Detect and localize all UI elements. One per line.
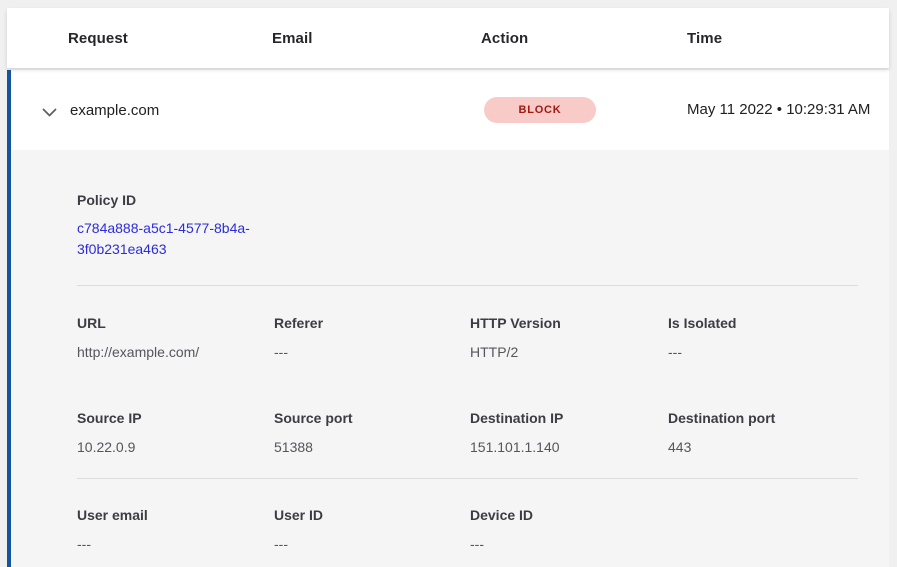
field-value: 10.22.0.9 xyxy=(77,439,274,456)
user-fields-grid: User email --- User ID --- Device ID --- xyxy=(77,507,858,553)
field-value: 443 xyxy=(668,439,858,456)
field-label: User email xyxy=(77,507,274,524)
request-fields-grid: URL http://example.com/ Referer --- HTTP… xyxy=(77,315,858,456)
field-value: --- xyxy=(470,536,668,553)
field-value: http://example.com/ xyxy=(77,344,274,361)
policy-id-field: Policy ID c784a888-a5c1-4577-8b4a-3f0b23… xyxy=(77,192,858,260)
log-table: Request Email Action Time example.com BL… xyxy=(7,8,889,567)
field-value: 151.101.1.140 xyxy=(470,439,668,456)
log-table-row[interactable]: example.com BLOCK May 11 2022 • 10:29:31… xyxy=(7,70,889,150)
device-id-field: Device ID --- xyxy=(470,507,668,553)
field-label: URL xyxy=(77,315,274,332)
field-label: Is Isolated xyxy=(668,315,858,332)
field-label: Device ID xyxy=(470,507,668,524)
action-cell: BLOCK xyxy=(481,97,687,123)
destination-ip-field: Destination IP 151.101.1.140 xyxy=(470,410,668,456)
user-email-field: User email --- xyxy=(77,507,274,553)
section-divider xyxy=(77,285,858,286)
log-detail-panel: Policy ID c784a888-a5c1-4577-8b4a-3f0b23… xyxy=(7,150,889,567)
table-header-row: Request Email Action Time xyxy=(7,8,889,68)
field-label: Destination port xyxy=(668,410,858,427)
column-header-action: Action xyxy=(481,30,687,47)
column-header-request: Request xyxy=(68,30,272,47)
time-cell: May 11 2022 • 10:29:31 AM xyxy=(687,98,879,122)
policy-id-link[interactable]: c784a888-a5c1-4577-8b4a-3f0b231ea463 xyxy=(77,218,277,260)
url-field: URL http://example.com/ xyxy=(77,315,274,361)
source-port-field: Source port 51388 xyxy=(274,410,470,456)
http-version-field: HTTP Version HTTP/2 xyxy=(470,315,668,361)
field-label: User ID xyxy=(274,507,470,524)
field-label: Referer xyxy=(274,315,470,332)
chevron-down-icon[interactable] xyxy=(42,105,57,115)
empty-cell xyxy=(668,507,858,553)
destination-port-field: Destination port 443 xyxy=(668,410,858,456)
field-label: Source port xyxy=(274,410,470,427)
column-header-email: Email xyxy=(272,30,481,47)
field-value: --- xyxy=(274,536,470,553)
field-value: HTTP/2 xyxy=(470,344,668,361)
source-ip-field: Source IP 10.22.0.9 xyxy=(77,410,274,456)
field-value: --- xyxy=(77,536,274,553)
referer-field: Referer --- xyxy=(274,315,470,361)
field-value: 51388 xyxy=(274,439,470,456)
policy-id-label: Policy ID xyxy=(77,192,858,209)
column-header-time: Time xyxy=(687,30,889,47)
user-id-field: User ID --- xyxy=(274,507,470,553)
field-label: HTTP Version xyxy=(470,315,668,332)
field-value: --- xyxy=(274,344,470,361)
block-action-badge: BLOCK xyxy=(484,97,596,123)
request-domain: example.com xyxy=(70,102,272,119)
section-divider xyxy=(77,478,858,479)
field-label: Destination IP xyxy=(470,410,668,427)
field-label: Source IP xyxy=(77,410,274,427)
is-isolated-field: Is Isolated --- xyxy=(668,315,858,361)
field-value: --- xyxy=(668,344,858,361)
